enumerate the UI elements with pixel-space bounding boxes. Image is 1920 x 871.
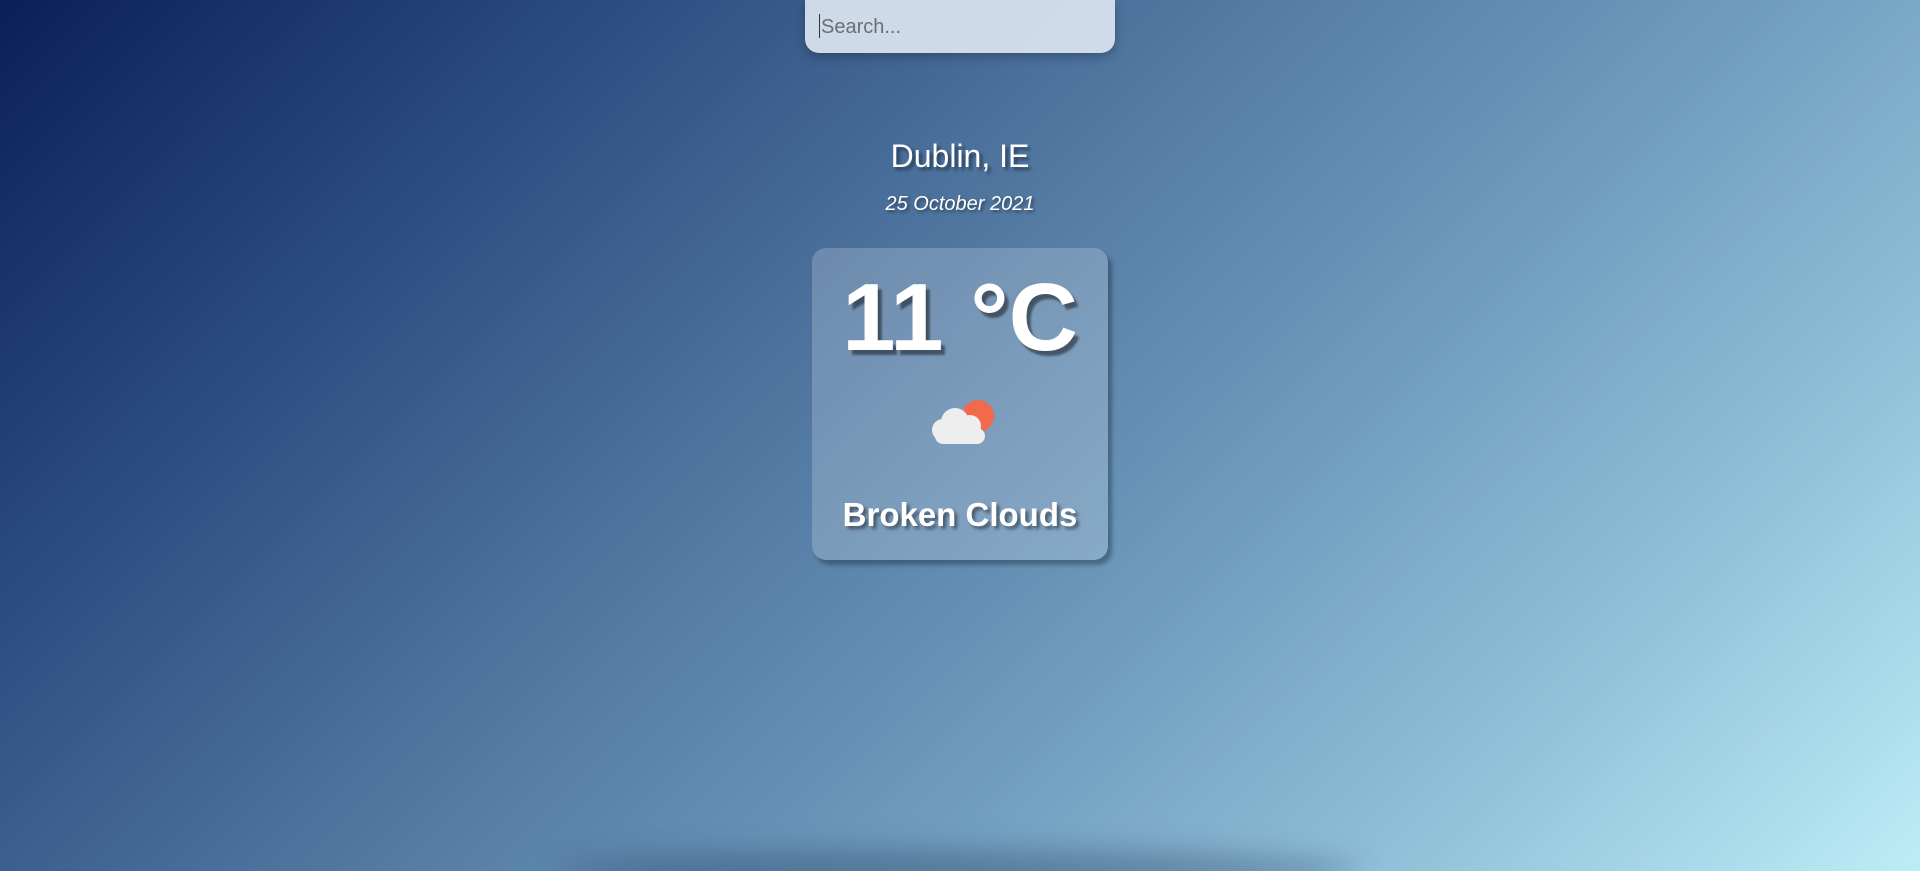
cloud-sun-icon	[932, 400, 994, 444]
location-title: Dublin, IE	[890, 138, 1030, 174]
search-input[interactable]	[819, 10, 1103, 44]
weather-condition: Broken Clouds	[842, 496, 1078, 533]
weather-app: Dublin, IE 25 October 2021 11 °C Broken …	[0, 0, 1920, 871]
search-box	[805, 0, 1115, 53]
current-date: 25 October 2021	[885, 193, 1035, 215]
temperature-value: 11 °C	[842, 264, 1078, 371]
bottom-shadow	[560, 851, 1360, 871]
weather-card: 11 °C Broken Clouds	[812, 248, 1108, 560]
text-caret	[819, 14, 820, 38]
